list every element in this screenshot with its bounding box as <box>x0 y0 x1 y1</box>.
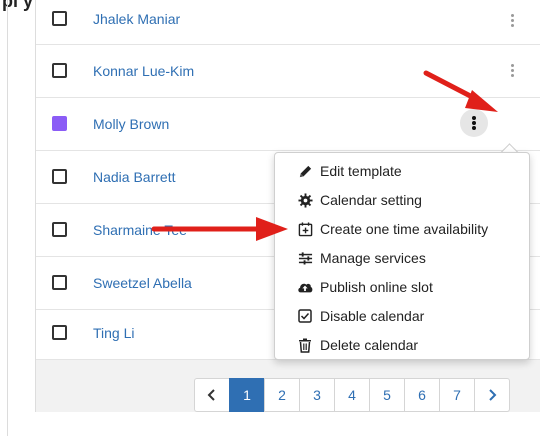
menu-item-label: Publish online slot <box>320 279 433 295</box>
sliders-icon <box>297 250 313 266</box>
row-checkbox[interactable] <box>52 222 67 237</box>
calendar-list-screen: pl y Jhalek Maniar Konnar Lue-Kim Molly … <box>0 0 540 436</box>
chevron-right-icon <box>489 389 497 401</box>
menu-item-label: Disable calendar <box>320 308 425 324</box>
pagination-page-3[interactable]: 3 <box>299 378 335 412</box>
menu-item-delete-calendar[interactable]: Delete calendar <box>297 335 418 355</box>
menu-item-label: Manage services <box>320 250 426 266</box>
pagination-page-6[interactable]: 6 <box>404 378 440 412</box>
row-checkbox[interactable] <box>52 63 67 78</box>
pagination-page-2[interactable]: 2 <box>264 378 300 412</box>
cloud-upload-icon <box>297 279 313 295</box>
pagination-next-button[interactable] <box>474 378 510 412</box>
row-checkbox[interactable] <box>52 325 67 340</box>
calendar-name-link[interactable]: Jhalek Maniar <box>93 11 180 27</box>
more-options-icon[interactable] <box>509 64 517 80</box>
menu-item-publish-online-slot[interactable]: Publish online slot <box>297 277 433 297</box>
pagination: 1 2 3 4 5 6 7 <box>194 378 510 412</box>
pagination-page-1[interactable]: 1 <box>229 378 265 412</box>
trash-icon <box>297 337 313 353</box>
calendar-name-link[interactable]: Konnar Lue-Kim <box>93 63 194 79</box>
menu-item-edit-template[interactable]: Edit template <box>297 161 402 181</box>
calendar-options-menu: Edit template Calendar setting Create on… <box>274 152 530 360</box>
menu-item-manage-services[interactable]: Manage services <box>297 248 426 268</box>
menu-item-label: Calendar setting <box>320 192 422 208</box>
annotation-arrow-to-menu-button <box>423 70 498 112</box>
row-checkbox[interactable] <box>52 169 67 184</box>
calendar-name-link[interactable]: Nadia Barrett <box>93 169 175 185</box>
menu-item-disable-calendar[interactable]: Disable calendar <box>297 306 424 326</box>
menu-item-create-one-time-availability[interactable]: Create one time availability <box>297 219 488 239</box>
menu-item-label: Delete calendar <box>320 337 419 353</box>
chevron-left-icon <box>207 389 215 401</box>
menu-item-label: Edit template <box>320 163 402 179</box>
calendar-name-link[interactable]: Ting Li <box>93 325 135 341</box>
annotation-arrow-to-create-availability <box>151 217 288 241</box>
menu-item-calendar-setting[interactable]: Calendar setting <box>297 190 422 210</box>
calendar-name-link[interactable]: Molly Brown <box>93 116 169 132</box>
pagination-page-5[interactable]: 5 <box>369 378 405 412</box>
left-divider <box>7 0 8 436</box>
pencil-icon <box>297 163 313 179</box>
checkbox-square-icon <box>297 308 313 324</box>
pagination-page-4[interactable]: 4 <box>334 378 370 412</box>
calendar-name-link[interactable]: Sweetzel Abella <box>93 275 192 291</box>
pagination-page-7[interactable]: 7 <box>439 378 475 412</box>
cog-icon <box>297 192 313 208</box>
row-checkbox-selected[interactable] <box>52 116 67 131</box>
row-checkbox[interactable] <box>52 275 67 290</box>
menu-item-label: Create one time availability <box>320 221 489 237</box>
pagination-prev-button[interactable] <box>194 378 230 412</box>
table-row: Jhalek Maniar <box>36 0 540 45</box>
row-checkbox[interactable] <box>52 11 67 26</box>
calendar-plus-icon <box>297 221 313 237</box>
more-options-icon[interactable] <box>509 14 517 30</box>
